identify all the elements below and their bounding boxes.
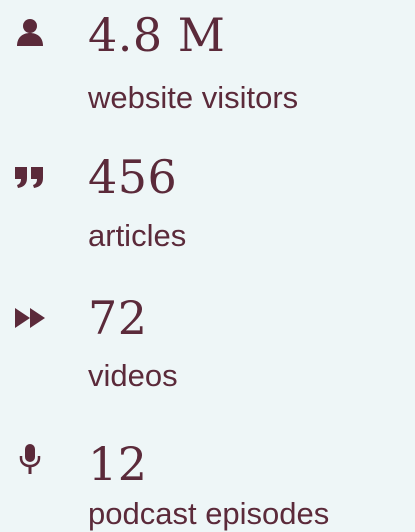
stat-label: articles — [88, 218, 187, 253]
quote-icon — [14, 161, 46, 193]
stat-value: 12 — [88, 437, 148, 491]
microphone-icon — [14, 443, 46, 475]
stat-value: 72 — [88, 291, 148, 345]
stat-label: podcast episodes — [88, 496, 330, 531]
stat-podcast-episodes: 12 podcast episodes — [0, 0, 415, 529]
stat-value: 456 — [88, 150, 178, 204]
fast-forward-icon — [14, 302, 46, 334]
stat-label: videos — [88, 358, 178, 393]
